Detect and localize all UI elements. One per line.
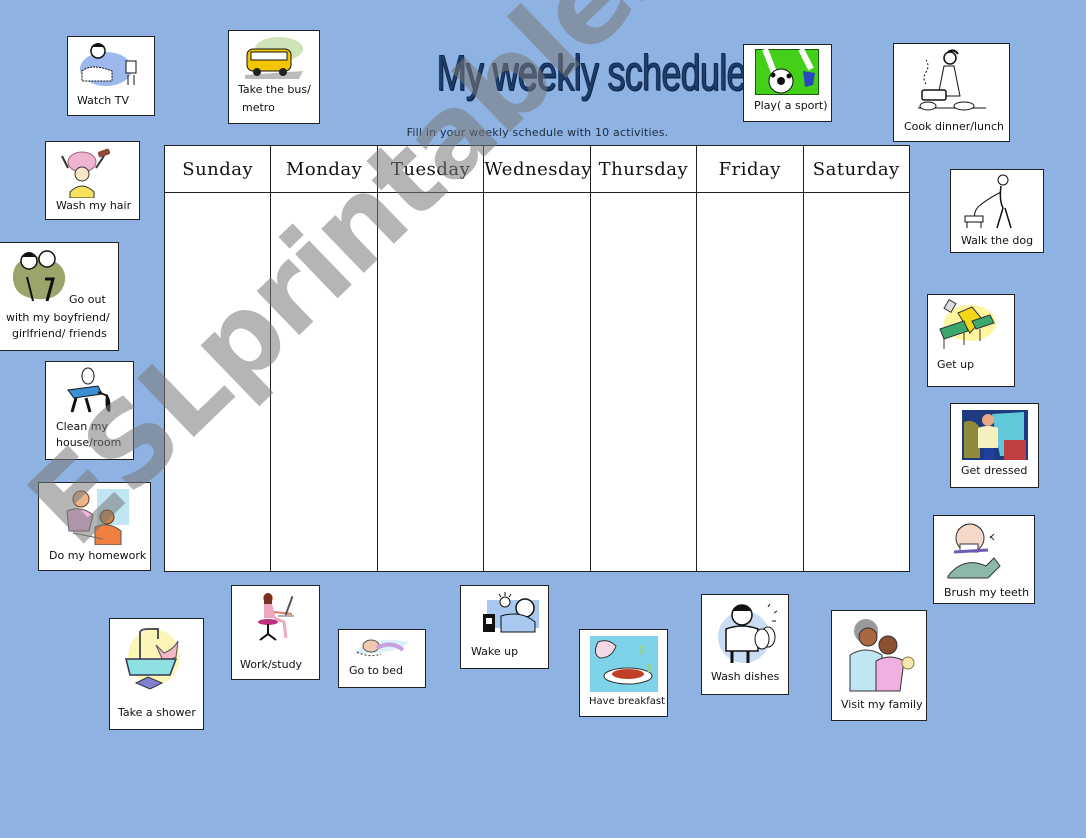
activity-card-wake-up[interactable]: Wake up: [460, 585, 549, 669]
alarm-clock-icon: [483, 592, 539, 633]
page-title: My weekly schedule: [436, 45, 747, 102]
activity-label: Get up: [937, 358, 975, 371]
activity-label: Brush my teeth: [944, 586, 1030, 599]
activity-label-line-1: Clean my: [56, 420, 108, 433]
activity-label: Have breakfast: [589, 696, 665, 707]
schedule-cell-thursday[interactable]: [589, 192, 698, 572]
activity-card-go-out[interactable]: Go out with my boyfriend/ girlfriend/ fr…: [0, 242, 119, 351]
activity-label: Get dressed: [961, 464, 1028, 477]
day-header-wednesday: Wednesday: [483, 145, 591, 193]
friends-icon: [13, 250, 66, 302]
activity-card-get-up[interactable]: Get up: [927, 294, 1015, 387]
activity-card-wash-dishes[interactable]: Wash dishes: [701, 594, 789, 695]
activity-card-shower[interactable]: Take a shower: [109, 618, 204, 730]
schedule-cell-saturday[interactable]: [802, 192, 911, 572]
computer-desk-icon: [258, 593, 294, 641]
activity-card-get-dressed[interactable]: Get dressed: [950, 403, 1039, 488]
bus-icon: [245, 37, 303, 79]
activity-card-wash-hair[interactable]: Wash my hair: [45, 141, 140, 220]
activity-label: Work/study: [240, 658, 303, 671]
schedule-cell-friday[interactable]: [696, 192, 804, 572]
schedule-cell-monday[interactable]: [270, 192, 378, 572]
activity-label: Take a shower: [118, 706, 196, 719]
family-hug-icon: [849, 619, 915, 692]
activity-card-walk-dog[interactable]: Walk the dog: [950, 169, 1044, 253]
dishes-icon: [718, 603, 778, 663]
cooking-icon: [918, 49, 986, 111]
activity-card-visit-family[interactable]: Visit my family: [831, 610, 927, 721]
soccer-ball-icon: [755, 49, 819, 95]
wash-hair-icon: [61, 148, 111, 198]
day-header-thursday: Thursday: [589, 145, 698, 193]
schedule-cell-sunday[interactable]: [163, 192, 272, 572]
activity-card-breakfast[interactable]: Have breakfast: [579, 629, 668, 717]
activity-label: Do my homework: [49, 549, 147, 562]
activity-label-line-1: Take the bus/: [238, 83, 311, 96]
activity-card-take-bus[interactable]: Take the bus/ metro: [228, 30, 320, 124]
activity-label: Go to bed: [349, 664, 404, 677]
activity-label: Cook dinner/lunch: [904, 120, 1005, 133]
activity-card-go-to-bed[interactable]: Go to bed: [338, 629, 426, 688]
day-header-sunday: Sunday: [163, 145, 272, 193]
day-header-friday: Friday: [696, 145, 804, 193]
instructions: Fill in your weekly schedule with 10 act…: [406, 126, 669, 139]
activity-label: Walk the dog: [961, 234, 1034, 247]
activity-label: Watch TV: [77, 94, 129, 107]
sleeping-icon: [353, 639, 409, 657]
activity-label-line-2: metro: [242, 101, 275, 114]
day-header-tuesday: Tuesday: [376, 145, 485, 193]
activity-card-play-sport[interactable]: Play( a sport): [743, 44, 832, 122]
day-header-saturday: Saturday: [802, 145, 911, 193]
vacuum-icon: [67, 367, 111, 413]
dressing-icon: [962, 410, 1028, 460]
activity-label: Wash dishes: [711, 670, 780, 683]
activity-label-line-3: girlfriend/ friends: [12, 327, 107, 340]
activity-label: Play( a sport): [754, 99, 828, 112]
activity-label-line-2: with my boyfriend/: [6, 311, 110, 324]
weekly-schedule-table: Sunday Monday Tuesday Wednesday Thursday…: [163, 145, 911, 572]
activity-label: Wash my hair: [56, 199, 132, 212]
toothbrush-icon: [947, 523, 1001, 579]
watch-tv-icon: [80, 43, 137, 86]
bathtub-icon: [125, 628, 180, 690]
bed-icon: [939, 299, 996, 349]
activity-label: Visit my family: [841, 698, 923, 711]
activity-card-cook[interactable]: Cook dinner/lunch: [893, 43, 1010, 142]
activity-card-homework[interactable]: Do my homework: [38, 482, 151, 571]
schedule-row: [163, 192, 911, 572]
activity-label: Wake up: [471, 645, 519, 658]
activity-label-line-1: Go out: [69, 293, 106, 306]
day-header-monday: Monday: [270, 145, 378, 193]
schedule-cell-wednesday[interactable]: [483, 192, 591, 572]
homework-icon: [66, 489, 129, 545]
activity-card-clean-house[interactable]: Clean my house/room: [45, 361, 134, 460]
activity-label-line-2: house/room: [56, 436, 122, 449]
day-header-row: Sunday Monday Tuesday Wednesday Thursday…: [163, 145, 911, 193]
activity-card-watch-tv[interactable]: Watch TV: [67, 36, 155, 116]
activity-card-brush-teeth[interactable]: Brush my teeth: [933, 515, 1035, 604]
breakfast-icon: [590, 636, 658, 692]
activity-card-work-study[interactable]: Work/study: [231, 585, 320, 680]
schedule-cell-tuesday[interactable]: [376, 192, 485, 572]
dog-walking-icon: [964, 174, 1012, 229]
